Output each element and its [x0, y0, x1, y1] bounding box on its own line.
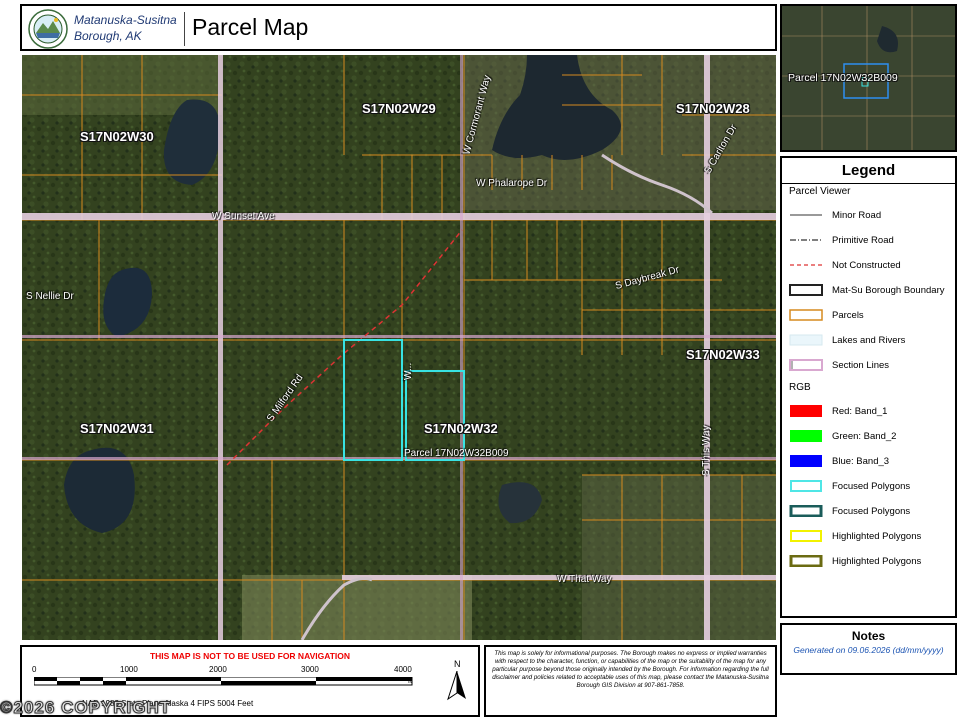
- borough-boundary-icon: [789, 284, 823, 296]
- blue-band-swatch-icon: [790, 455, 822, 467]
- scale-tick-2000: 2000: [209, 665, 227, 674]
- legend-item-borough-boundary: Mat-Su Borough Boundary: [788, 284, 944, 296]
- north-label: N: [454, 659, 461, 669]
- parcel-map-view[interactable]: S17N02W30 S17N02W29 S17N02W28 S17N02W31 …: [22, 55, 776, 640]
- road-label-partial: W...: [403, 362, 414, 380]
- section-label-w33: S17N02W33: [686, 347, 760, 362]
- org-line-1: Matanuska-Susitna: [74, 13, 177, 27]
- focused-polygon-cyan-icon: [790, 480, 822, 492]
- inset-parcel-label: Parcel 17N02W32B009: [788, 72, 898, 84]
- section-label-w32: S17N02W32: [424, 421, 498, 436]
- cleared-area-s: [242, 575, 472, 640]
- north-arrow-icon: [447, 671, 466, 701]
- scale-tick-0: 0: [32, 665, 37, 674]
- lakes-icon: [789, 334, 823, 346]
- legend-item-label: Blue: Band_3: [832, 455, 890, 467]
- legend-item-focused-polygons-dark: Focused Polygons: [788, 505, 910, 517]
- highlighted-polygon-yellow-icon: [790, 530, 822, 542]
- map-legend: Legend Parcel Viewer Minor Road Primitiv…: [780, 156, 957, 618]
- legend-item-focused-polygons-cyan: Focused Polygons: [788, 480, 910, 492]
- disclaimer-text: This map is solely for informational pur…: [492, 650, 769, 690]
- section-label-w31: S17N02W31: [80, 421, 154, 436]
- legend-item-label: Highlighted Polygons: [832, 555, 922, 567]
- scale-tick-1000: 1000: [120, 665, 138, 674]
- legend-item-green-band: Green: Band_2: [788, 430, 896, 442]
- legend-item-blue-band: Blue: Band_3: [788, 455, 889, 467]
- section-label-w30: S17N02W30: [80, 129, 154, 144]
- legend-group-parcel-viewer: Parcel Viewer: [789, 186, 851, 197]
- page-title: Parcel Map: [192, 14, 309, 40]
- borough-seal-logo: [28, 9, 68, 49]
- legend-item-label: Mat-Su Borough Boundary: [832, 284, 945, 296]
- header-divider: [184, 12, 185, 46]
- legend-item-label: Focused Polygons: [832, 505, 911, 517]
- legend-item-highlighted-olive: Highlighted Polygons: [788, 555, 921, 567]
- scale-bar: [34, 677, 413, 686]
- section-label-w29: S17N02W29: [362, 101, 436, 116]
- legend-item-highlighted-yellow: Highlighted Polygons: [788, 530, 921, 542]
- legend-item-label: Not Constructed: [832, 259, 901, 271]
- legend-item-label: Primitive Road: [832, 234, 894, 246]
- generated-date-line: Generated on 09.06.2026 (dd/mm/yyyy): [782, 645, 955, 655]
- organization-name: Matanuska-Susitna Borough, AK: [74, 12, 177, 44]
- legend-item-primitive-road: Primitive Road: [788, 234, 894, 246]
- cleared-area-se: [582, 475, 776, 640]
- legend-item-label: Green: Band_2: [832, 430, 897, 442]
- road-label-phalarope: W Phalarope Dr: [476, 178, 548, 189]
- map-header: Matanuska-Susitna Borough, AK Parcel Map: [20, 4, 777, 51]
- road-label-this-way: S This Way: [701, 425, 712, 476]
- minor-road-icon: [790, 214, 822, 216]
- copyright-watermark: ©2026 COPYRIGHT: [0, 698, 172, 718]
- legend-group-rgb: RGB: [789, 382, 811, 393]
- date-format: (dd/mm/yyyy): [892, 645, 944, 655]
- overview-inset-map[interactable]: Parcel 17N02W32B009: [780, 4, 957, 152]
- road-label-sunset: W Sunset Ave: [212, 211, 275, 222]
- focused-polygon-dark-icon: [789, 505, 823, 517]
- focused-parcel-label: Parcel 17N02W32B009: [404, 448, 509, 459]
- legend-item-label: Minor Road: [832, 209, 882, 221]
- primitive-road-icon: [790, 239, 822, 241]
- legend-item-label: Lakes and Rivers: [832, 334, 906, 346]
- org-line-2: Borough, AK: [74, 29, 142, 43]
- legend-item-red-band: Red: Band_1: [788, 405, 887, 417]
- legend-item-label: Section Lines: [832, 359, 890, 371]
- legend-item-section-lines: Section Lines: [788, 359, 889, 371]
- legend-item-label: Red: Band_1: [832, 405, 888, 417]
- generated-date: 09.06.2026: [847, 645, 891, 655]
- parcels-icon: [789, 309, 823, 321]
- scale-tick-3000: 3000: [301, 665, 319, 674]
- notes-title: Notes: [851, 629, 886, 643]
- legend-title: Legend: [841, 162, 896, 179]
- scale-tick-4000: 4000: [394, 665, 412, 674]
- legend-item-label: Focused Polygons: [832, 480, 911, 492]
- road-label-nellie: S Nellie Dr: [26, 291, 74, 302]
- green-band-swatch-icon: [790, 430, 822, 442]
- section-label-w28: S17N02W28: [676, 101, 750, 116]
- highlighted-polygon-olive-icon: [789, 555, 823, 567]
- road-label-that-way: W That Way: [557, 574, 612, 585]
- scale-unit: ft: [408, 678, 412, 685]
- generated-prefix: Generated on: [793, 645, 846, 655]
- legend-item-label: Highlighted Polygons: [832, 530, 922, 542]
- legend-item-label: Parcels: [832, 309, 864, 321]
- legend-item-not-constructed: Not Constructed: [788, 259, 901, 271]
- red-band-swatch-icon: [790, 405, 822, 417]
- not-constructed-icon: [790, 264, 822, 266]
- disclaimer-panel: This map is solely for informational pur…: [484, 645, 777, 717]
- legend-divider: [782, 183, 955, 184]
- legend-item-lakes: Lakes and Rivers: [788, 334, 905, 346]
- navigation-warning: THIS MAP IS NOT TO BE USED FOR NAVIGATIO…: [149, 651, 351, 661]
- legend-item-minor-road: Minor Road: [788, 209, 881, 221]
- notes-panel: Notes Generated on 09.06.2026 (dd/mm/yyy…: [780, 623, 957, 675]
- section-lines-icon: [789, 359, 823, 371]
- legend-item-parcels: Parcels: [788, 309, 864, 321]
